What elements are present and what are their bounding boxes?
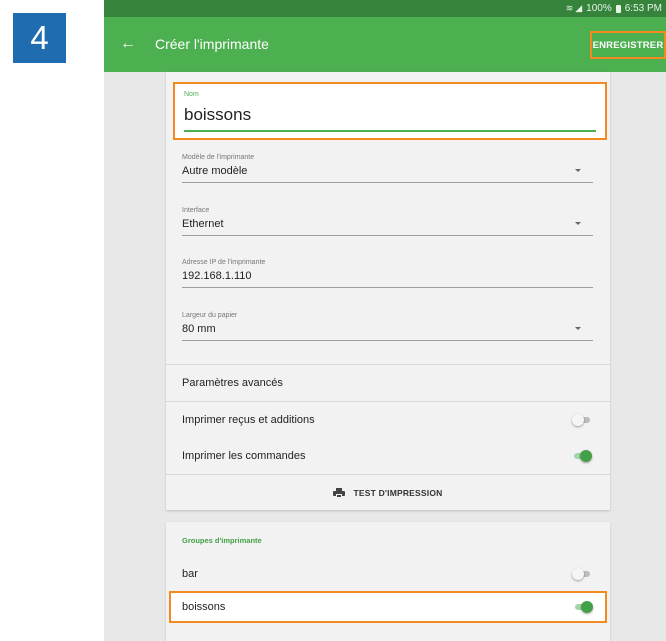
- printer-model-underline: [182, 182, 593, 183]
- printer-groups-title: Groupes d'imprimante: [182, 536, 262, 545]
- printer-groups-card: Groupes d'imprimante bar boissons: [166, 522, 610, 641]
- status-time: 6:53 PM: [624, 3, 662, 14]
- printer-model-label: Modèle de l'imprimante: [182, 154, 255, 161]
- printer-settings-card: Nom boissons Modèle de l'imprimante Autr…: [166, 72, 610, 510]
- cell-signal-icon: ◢: [575, 3, 583, 13]
- test-print-button[interactable]: TEST D'IMPRESSION: [166, 475, 610, 510]
- printer-name-underline: [184, 130, 596, 132]
- dropdown-arrow-icon[interactable]: [575, 222, 581, 225]
- status-bar: ≋ ◢ 100% 6:53 PM: [104, 0, 666, 17]
- print-orders-label: Imprimer les commandes: [182, 450, 306, 462]
- paper-width-underline: [182, 340, 593, 341]
- battery-percent: 100%: [586, 3, 612, 14]
- print-orders-toggle[interactable]: [572, 449, 592, 463]
- print-orders-row: Imprimer les commandes: [166, 438, 610, 474]
- ip-address-field[interactable]: Adresse IP de l'imprimante 192.168.1.110: [182, 259, 593, 291]
- toggle-thumb: [580, 450, 592, 462]
- printer-name-input[interactable]: boissons: [184, 105, 251, 125]
- advanced-settings-label: Paramètres avancés: [182, 377, 283, 389]
- test-print-label: TEST D'IMPRESSION: [353, 487, 443, 498]
- battery-icon: [615, 4, 621, 13]
- advanced-settings-row[interactable]: Paramètres avancés: [166, 365, 610, 401]
- printer-model-value: Autre modèle: [182, 165, 248, 177]
- interface-value: Ethernet: [182, 218, 224, 230]
- back-arrow-icon[interactable]: ←: [120, 34, 140, 54]
- page-title: Créer l'imprimante: [155, 36, 269, 52]
- printer-name-label: Nom: [184, 91, 199, 98]
- printer-group-row: bar: [166, 556, 610, 592]
- save-button[interactable]: ENREGISTRER: [590, 31, 666, 59]
- print-receipts-label: Imprimer reçus et additions: [182, 414, 315, 426]
- toggle-thumb: [572, 568, 584, 580]
- dropdown-arrow-icon[interactable]: [575, 327, 581, 330]
- print-receipts-row: Imprimer reçus et additions: [166, 402, 610, 438]
- paper-width-label: Largeur du papier: [182, 312, 238, 319]
- signal-icons: ≋ ◢: [566, 3, 582, 14]
- printer-group-label: boissons: [182, 601, 226, 613]
- interface-label: Interface: [182, 207, 210, 214]
- printer-icon: [333, 487, 346, 498]
- ip-address-underline: [182, 287, 593, 288]
- step-number-badge: 4: [13, 13, 66, 63]
- paper-width-value: 80 mm: [182, 323, 216, 335]
- app-bar: ← Créer l'imprimante ENREGISTRER: [104, 17, 666, 72]
- wifi-icon: ≋: [565, 3, 574, 13]
- ip-address-label: Adresse IP de l'imprimante: [182, 259, 266, 266]
- interface-select[interactable]: Interface Ethernet: [182, 207, 593, 239]
- print-receipts-toggle[interactable]: [572, 413, 592, 427]
- printer-name-field[interactable]: Nom boissons: [173, 82, 607, 140]
- toggle-thumb: [572, 414, 584, 426]
- tablet-screen: ≋ ◢ 100% 6:53 PM ← Créer l'imprimante EN…: [104, 0, 666, 641]
- printer-group-bar-toggle[interactable]: [572, 567, 592, 581]
- interface-underline: [182, 235, 593, 236]
- dropdown-arrow-icon[interactable]: [575, 169, 581, 172]
- printer-group-boissons-toggle[interactable]: [573, 600, 593, 614]
- printer-model-select[interactable]: Modèle de l'imprimante Autre modèle: [182, 154, 593, 186]
- paper-width-select[interactable]: Largeur du papier 80 mm: [182, 312, 593, 344]
- printer-group-label: bar: [182, 568, 198, 580]
- ip-address-input[interactable]: 192.168.1.110: [182, 270, 252, 282]
- toggle-thumb: [581, 601, 593, 613]
- printer-group-row-highlighted: boissons: [169, 591, 607, 623]
